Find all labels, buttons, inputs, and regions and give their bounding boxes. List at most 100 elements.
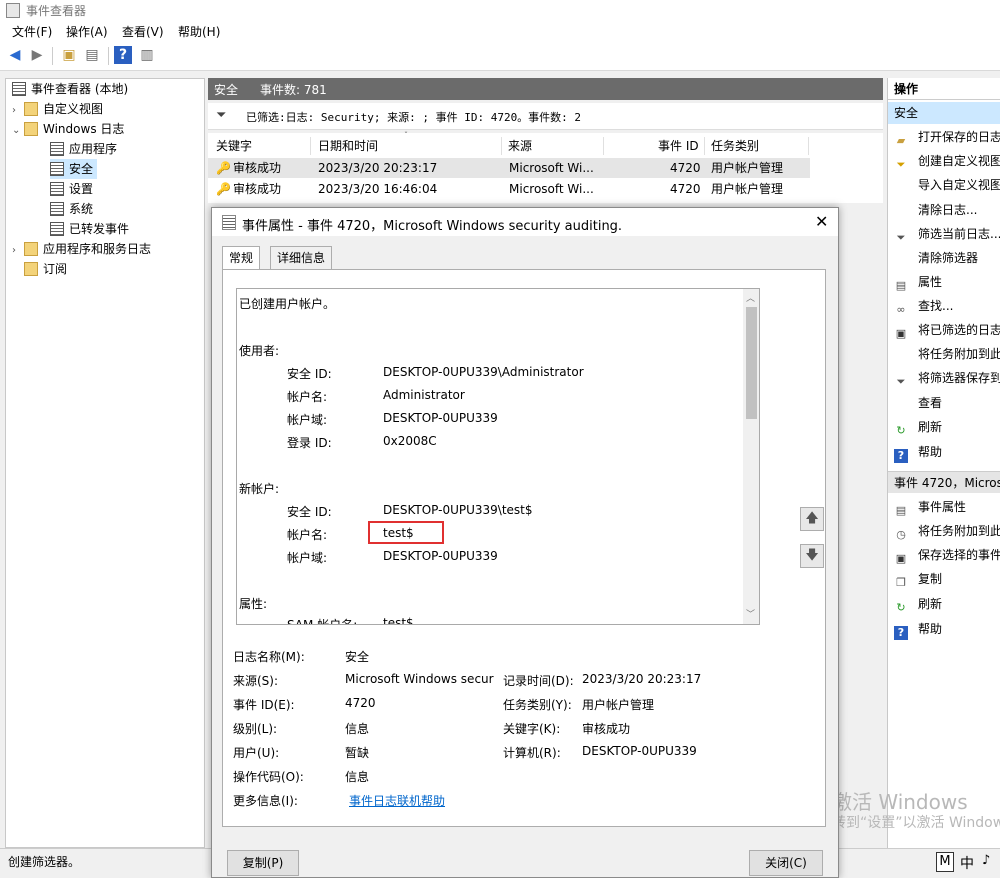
desc-new-account-header: 新帐户: — [239, 482, 280, 496]
field-label: 日志名称(M): — [233, 650, 305, 664]
blank-icon — [894, 347, 908, 361]
back-arrow-icon[interactable]: ◀ — [6, 46, 24, 64]
event-properties-icon — [222, 215, 236, 230]
desc-value: DESKTOP-0UPU339 — [383, 411, 498, 425]
field-keywords: 审核成功 — [582, 722, 631, 736]
log-icon — [50, 202, 64, 216]
action-help-event[interactable]: ? 帮助 — [894, 618, 942, 640]
log-icon — [50, 182, 64, 196]
copy-button[interactable]: 复制(P) — [227, 850, 299, 876]
chevron-down-icon[interactable]: ﹀ — [746, 607, 755, 620]
help-icon[interactable]: ? — [114, 46, 132, 64]
log-icon — [50, 162, 64, 176]
field-label: 事件 ID(E): — [233, 698, 295, 712]
folder-icon — [24, 242, 38, 256]
action-find[interactable]: ∞ 查找... — [894, 295, 953, 317]
action-help[interactable]: ? 帮助 — [894, 441, 942, 463]
action-clear-filter[interactable]: 清除筛选器 — [894, 247, 978, 269]
event-log-online-help-link[interactable]: 事件日志联机帮助 — [349, 792, 445, 809]
tree-application[interactable]: 应用程序 — [50, 139, 117, 159]
tree-windows-logs[interactable]: ⌄ Windows 日志 — [12, 119, 124, 139]
column-keyword[interactable]: 关键字 — [216, 135, 252, 157]
desc-value: Administrator — [383, 388, 465, 402]
highlight-box — [368, 521, 444, 544]
toolbar-separator — [108, 47, 109, 65]
field-source: Microsoft Windows secur — [345, 672, 494, 686]
previous-event-button[interactable]: 🡅 — [800, 507, 824, 531]
save-icon: ▣ — [895, 552, 907, 565]
tree-root[interactable]: 事件查看器 (本地) — [12, 79, 128, 99]
column-event-id[interactable]: 事件 ID — [658, 135, 699, 157]
menu-help[interactable]: 帮助(H) — [178, 23, 220, 40]
action-clear-log[interactable]: 清除日志... — [894, 199, 977, 221]
tab-details[interactable]: 详细信息 — [270, 246, 333, 270]
event-description-box[interactable]: 已创建用户帐户。 使用者: 安全 ID: DESKTOP-0UPU339\Adm… — [236, 288, 760, 625]
action-save-selected-events[interactable]: ▣保存选择的事件... — [894, 544, 1000, 566]
blank-icon — [894, 203, 908, 217]
dialog-titlebar: 事件属性 - 事件 4720，Microsoft Windows securit… — [212, 208, 838, 236]
show-hide-tree-icon[interactable]: ▤ — [83, 46, 101, 64]
event-viewer-app-icon — [6, 3, 20, 18]
ime-mode-indicator[interactable]: M — [936, 852, 954, 872]
action-attach-task-event[interactable]: ◷将任务附加到此... — [894, 520, 1000, 542]
field-label: 更多信息(I): — [233, 794, 298, 808]
close-icon[interactable]: ✕ — [815, 212, 828, 231]
column-source[interactable]: 来源 — [508, 135, 532, 157]
table-row[interactable]: 🔑 审核成功 2023/3/20 16:46:04 Microsoft Wi..… — [208, 179, 810, 199]
window-titlebar: 事件查看器 — [0, 0, 1000, 20]
field-label: 关键字(K): — [503, 722, 561, 736]
show-hide-action-icon[interactable]: ▥ — [138, 46, 156, 64]
ime-extra-indicator[interactable]: ♪ — [982, 853, 990, 868]
action-create-custom-view[interactable]: ⏷创建自定义视图... — [894, 150, 1000, 172]
close-button[interactable]: 关闭(C) — [749, 850, 823, 876]
chevron-right-icon[interactable]: › — [12, 101, 24, 121]
tree-system[interactable]: 系统 — [50, 199, 93, 219]
blank-icon — [894, 396, 908, 410]
tree-security[interactable]: 安全 — [50, 159, 98, 179]
folder-up-icon[interactable]: ▣ — [60, 46, 78, 64]
chevron-down-icon[interactable]: ⌄ — [12, 121, 24, 141]
field-user: 暂缺 — [345, 746, 370, 760]
tree-setup[interactable]: 设置 — [50, 179, 93, 199]
toolbar-separator — [52, 47, 53, 65]
description-scrollbar[interactable]: ︿ ﹀ — [743, 289, 759, 624]
action-open-saved-log[interactable]: ▰打开保存的日志... — [894, 126, 1000, 148]
refresh-icon: ↻ — [896, 601, 906, 614]
scrollbar-thumb[interactable] — [746, 307, 757, 419]
table-row[interactable]: 🔑 审核成功 2023/3/20 20:23:17 Microsoft Wi..… — [208, 158, 810, 178]
action-refresh-event[interactable]: ↻ 刷新 — [894, 593, 942, 615]
blank-icon — [894, 251, 908, 265]
next-event-button[interactable]: 🡇 — [800, 544, 824, 568]
tree-forwarded-events[interactable]: 已转发事件 — [50, 219, 129, 239]
action-view[interactable]: 查看 — [894, 392, 942, 414]
tree-app-services-logs[interactable]: › 应用程序和服务日志 — [12, 239, 151, 259]
action-save-filter[interactable]: ⏷将筛选器保存到... — [894, 367, 1000, 389]
chevron-right-icon[interactable]: › — [12, 241, 24, 261]
ime-chinese-indicator[interactable]: 中 — [960, 853, 974, 873]
action-copy[interactable]: ❐ 复制 — [894, 568, 942, 590]
action-event-properties[interactable]: ▤ 事件属性 — [894, 496, 966, 518]
menu-view[interactable]: 查看(V) — [122, 23, 164, 40]
field-label: 级别(L): — [233, 722, 278, 736]
help-icon: ? — [894, 626, 908, 640]
actions-section-security[interactable]: 安全 — [888, 102, 1000, 124]
column-datetime[interactable]: 日期和时间 — [318, 135, 378, 157]
action-refresh[interactable]: ↻ 刷新 — [894, 416, 942, 438]
field-label: 操作代码(O): — [233, 770, 304, 784]
desc-value: DESKTOP-0UPU339\test$ — [383, 503, 533, 517]
event-count: 事件数: 781 — [260, 83, 327, 97]
action-attach-task-log[interactable]: 将任务附加到此... — [894, 343, 1000, 365]
menu-file[interactable]: 文件(F) — [12, 23, 52, 40]
actions-section-event[interactable]: 事件 4720，Microsoft... — [888, 471, 1000, 493]
action-import-custom-view[interactable]: 导入自定义视图... — [894, 174, 1000, 196]
forward-arrow-icon[interactable]: ▶ — [28, 46, 46, 64]
menu-action[interactable]: 操作(A) — [66, 23, 108, 40]
action-save-filtered-log[interactable]: ▣将已筛选的日志... — [894, 319, 1000, 341]
column-task[interactable]: 任务类别 — [711, 135, 759, 157]
action-filter-current-log[interactable]: ⏷ 筛选当前日志... — [894, 223, 1000, 245]
tab-general[interactable]: 常规 — [222, 246, 261, 271]
chevron-up-icon[interactable]: ︿ — [746, 291, 755, 304]
tree-subscriptions[interactable]: 订阅 — [24, 259, 67, 279]
tree-custom-views[interactable]: › 自定义视图 — [12, 99, 103, 119]
action-properties[interactable]: ▤ 属性 — [894, 271, 942, 293]
